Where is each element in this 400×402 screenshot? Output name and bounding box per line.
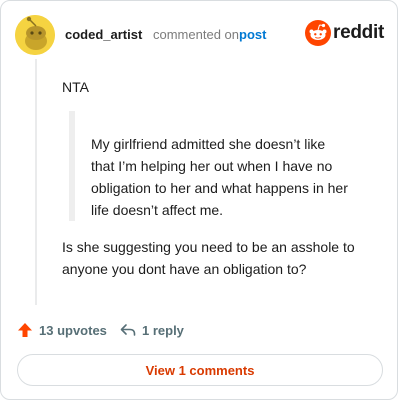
comment-actions: 13 upvotes 1 reply	[17, 320, 381, 340]
reply-line: anyone you dont have an obligation to?	[62, 261, 307, 277]
reddit-snoo-icon	[305, 20, 331, 46]
reddit-wordmark: reddit	[333, 22, 384, 43]
reply-button[interactable]: 1 reply	[120, 320, 184, 340]
quote-bar	[69, 111, 75, 221]
comment-reply-text: Is she suggesting you need to be an assh…	[62, 236, 392, 280]
blockquote: My girlfriend admitted she doesn’t like …	[91, 133, 381, 221]
post-link[interactable]: post	[239, 27, 266, 42]
upvote-button[interactable]: 13 upvotes	[17, 320, 107, 340]
comment-body: NTA	[62, 79, 89, 95]
reply-line: Is she suggesting you need to be an assh…	[62, 239, 355, 255]
quote-line: life doesn’t affect me.	[91, 202, 224, 218]
username[interactable]: coded_artist	[65, 27, 142, 42]
comment-header: coded_artist commented on post reddit	[15, 15, 384, 55]
user-avatar[interactable]	[15, 15, 55, 55]
thread-line[interactable]	[35, 59, 37, 305]
reddit-logo[interactable]: reddit	[305, 19, 384, 47]
reply-arrow-icon	[120, 324, 136, 336]
view-comments-button[interactable]: View 1 comments	[17, 354, 383, 386]
upvote-count: 13 upvotes	[39, 322, 107, 338]
reply-count: 1 reply	[142, 322, 184, 338]
quote-line: My girlfriend admitted she doesn’t like	[91, 136, 326, 152]
quote-line: that I’m helping her out when I have no	[91, 158, 333, 174]
commented-on-text: commented on	[153, 27, 239, 42]
snoo-avatar-icon	[15, 15, 55, 55]
upvote-arrow-icon	[18, 323, 32, 337]
quote-line: obligation to her and what happens in he…	[91, 180, 348, 196]
comment-card: coded_artist commented on post reddit NT…	[0, 0, 398, 400]
view-comments-label: View 1 comments	[145, 362, 255, 378]
